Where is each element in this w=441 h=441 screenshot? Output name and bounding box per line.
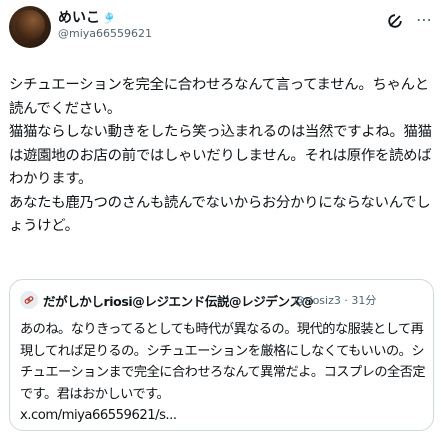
quote-body: あのね。なりきってるとしても時代が異なるの。現代的な服装として再現してれば足りる…: [20, 322, 426, 402]
avatar-image: [15, 10, 45, 40]
chain-link-icon: [24, 296, 34, 304]
quoted-tweet[interactable]: だがしかしriosi@レジエンド伝説@レジデンス@ @riosiz3 · 31分…: [9, 279, 434, 431]
quote-link[interactable]: x.com/miya66559621/s...: [20, 408, 177, 423]
quote-text: あのね。なりきってるとしても時代が異なるの。現代的な服装として再現してれば足りる…: [20, 319, 428, 427]
more-horizontal-icon[interactable]: ⋯: [414, 11, 434, 31]
tweet-text: シチュエーションを完全に合わせろなんて言ってません。ちゃんと読んでください。 猫…: [9, 77, 432, 234]
tweet-header: めいこ 🎐 @miya66559621 ⋯: [0, 0, 441, 68]
quote-handle-time: @riosiz3 · 31分: [294, 294, 377, 307]
avatar[interactable]: [9, 6, 51, 48]
display-name[interactable]: めいこ 🎐: [58, 7, 116, 27]
user-handle[interactable]: @miya66559621: [58, 27, 152, 40]
quote-display-name: だがしかしriosi@レジエンド伝説@レジデンス@: [43, 294, 314, 309]
display-name-text: めいこ: [58, 10, 100, 26]
quote-avatar: [20, 291, 38, 309]
wind-chime-emoji: 🎐: [102, 12, 116, 25]
grok-icon[interactable]: [386, 12, 404, 30]
